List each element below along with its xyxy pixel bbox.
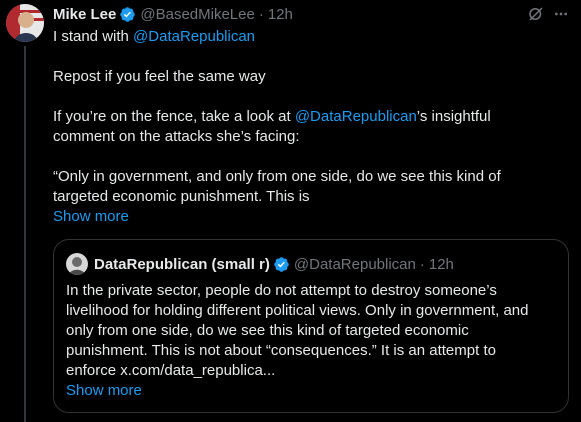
thread-line	[24, 46, 26, 422]
quoted-text-line-5: enforce x.com/data_republica...	[66, 362, 276, 379]
quoted-text-line-4: punishment. This is not about “consequen…	[66, 342, 496, 359]
mention-link[interactable]: @DataRepublican	[295, 108, 417, 125]
post-text-line-4: comment on the attacks she’s facing:	[53, 128, 300, 145]
quoted-text-line-3: only from one side, do we see this kind …	[66, 322, 469, 339]
separator-dot: ·	[419, 255, 425, 273]
quoted-post-card[interactable]: DataRepublican (small r) @DataRepublican…	[53, 239, 569, 413]
grok-icon[interactable]	[527, 5, 545, 23]
post-text-line-2: Repost if you feel the same way	[53, 68, 266, 85]
show-more-link[interactable]: Show more	[53, 207, 129, 227]
more-options-icon[interactable]	[553, 6, 569, 22]
quoted-author-handle[interactable]: @DataRepublican	[294, 256, 416, 273]
verified-badge-icon	[120, 6, 136, 22]
post-text-line-3: If you’re on the fence, take a look at @…	[53, 108, 491, 125]
author-name[interactable]: Mike Lee	[53, 6, 116, 23]
verified-badge-icon	[274, 256, 289, 272]
quoted-post-timestamp[interactable]: 12h	[429, 256, 454, 273]
quoted-post-header: DataRepublican (small r) @DataRepublican…	[66, 253, 454, 275]
quoted-author-name[interactable]: DataRepublican (small r)	[94, 256, 270, 273]
quoted-author-avatar[interactable]	[66, 253, 88, 275]
post-text-line-5: “Only in government, and only from one s…	[53, 168, 501, 185]
quoted-text-line-1: In the private sector, people do not att…	[66, 282, 497, 299]
separator-dot: ·	[258, 5, 264, 23]
post-text-line-1: I stand with @DataRepublican	[53, 28, 256, 45]
quoted-show-more-link[interactable]: Show more	[66, 381, 142, 401]
quoted-text-line-2: livelihood for holding different politic…	[66, 302, 529, 319]
post-text-line-6: targeted economic punishment. This is	[53, 188, 310, 205]
post-header: Mike Lee @BasedMikeLee · 12h	[53, 4, 293, 24]
mention-link[interactable]: @DataRepublican	[133, 28, 255, 45]
post-timestamp[interactable]: 12h	[268, 6, 293, 23]
author-avatar[interactable]	[6, 4, 44, 42]
author-handle[interactable]: @BasedMikeLee	[140, 6, 254, 23]
